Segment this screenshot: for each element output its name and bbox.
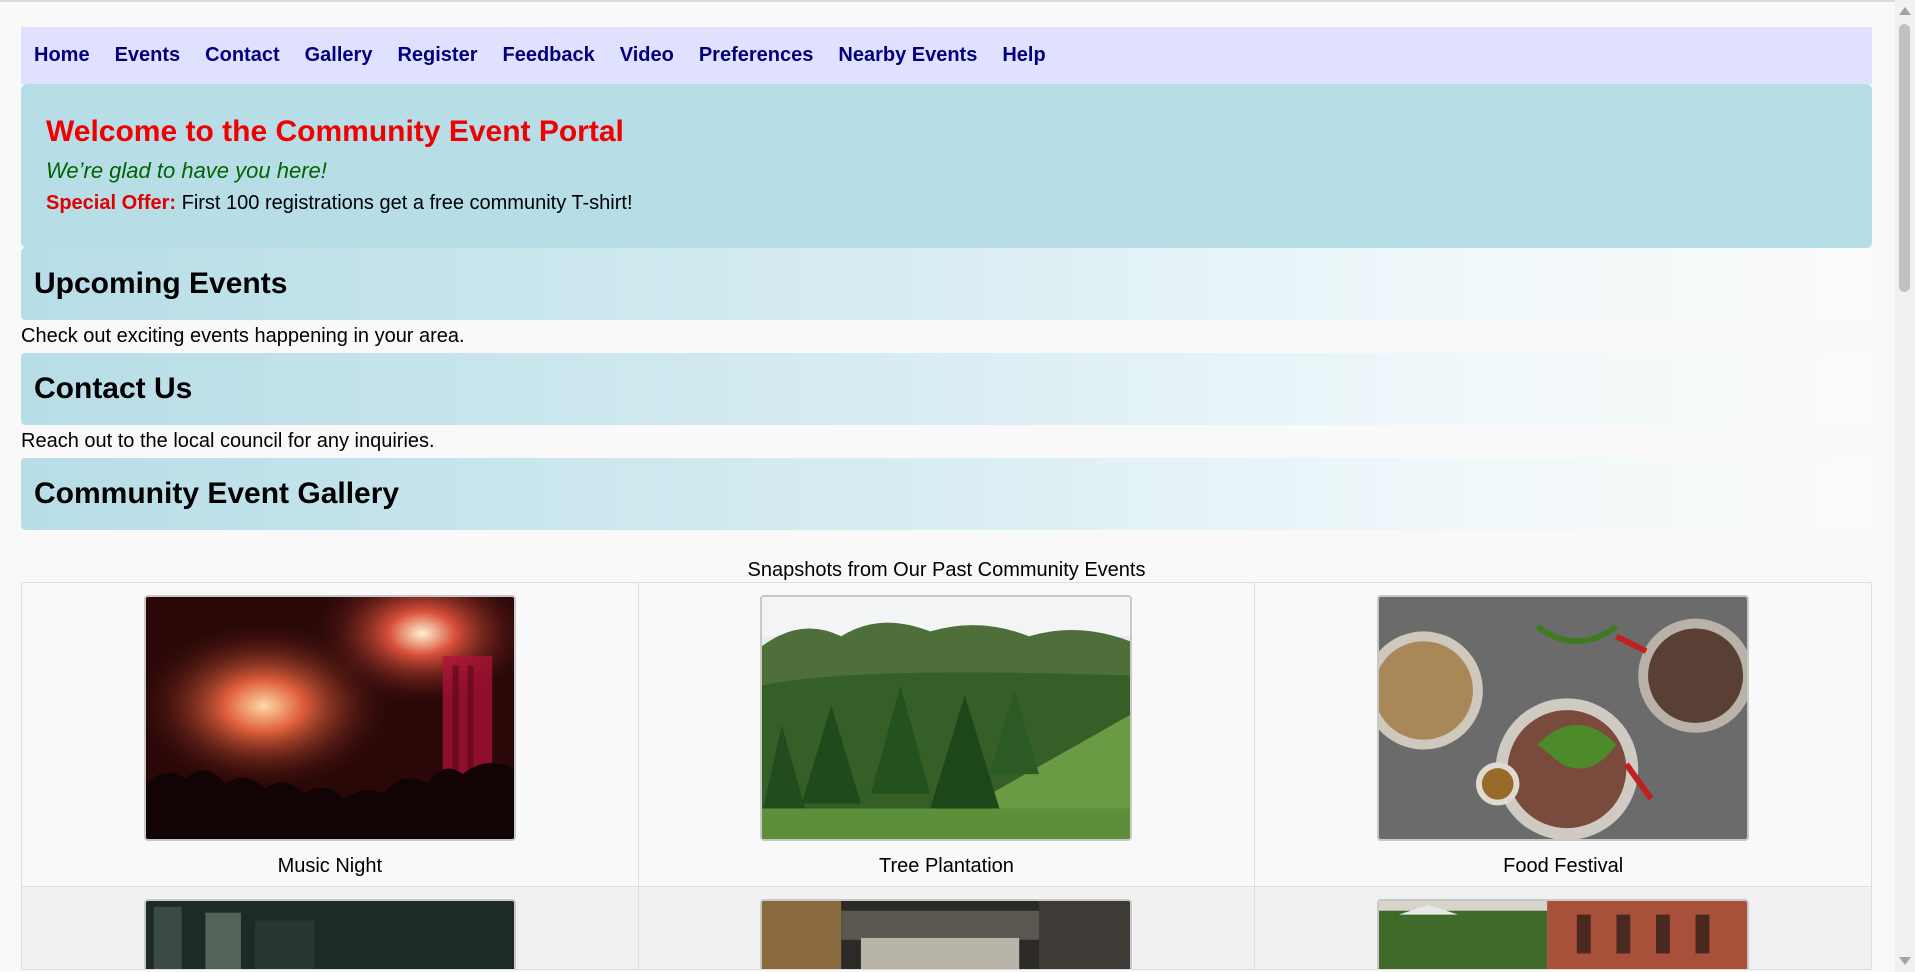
nav-feedback[interactable]: Feedback [502, 44, 594, 67]
nav-video[interactable]: Video [620, 44, 674, 67]
contact-text: Reach out to the local council for any i… [21, 430, 435, 452]
welcome-tagline: We’re glad to have you here! [46, 158, 327, 183]
nav-nearby-events[interactable]: Nearby Events [838, 44, 977, 67]
upcoming-events-header: Upcoming Events [21, 248, 1872, 320]
window-top-edge [0, 0, 1915, 2]
special-offer-text: First 100 registrations get a free commu… [181, 192, 633, 214]
vertical-scrollbar[interactable] [1895, 0, 1915, 972]
music-night-image[interactable] [143, 595, 516, 841]
food-festival-caption: Food Festival [1503, 855, 1624, 877]
upcoming-events-text: Check out exciting events happening in y… [21, 325, 465, 347]
nav-gallery[interactable]: Gallery [305, 44, 373, 67]
upcoming-events-heading: Upcoming Events [34, 267, 288, 300]
main-nav: Home Events Contact Gallery Register Fee… [21, 27, 1872, 84]
scrollbar-thumb[interactable] [1899, 24, 1910, 292]
welcome-title: Welcome to the Community Event Portal [46, 115, 624, 148]
contact-header: Contact Us [21, 353, 1872, 425]
page: Home Events Contact Gallery Register Fee… [21, 27, 1872, 970]
contact-heading: Contact Us [34, 372, 193, 405]
scroll-up-arrow-icon[interactable] [1899, 7, 1911, 15]
gallery-image-5[interactable] [760, 899, 1133, 969]
music-night-caption: Music Night [277, 855, 383, 877]
nav-home[interactable]: Home [34, 44, 90, 67]
nav-help[interactable]: Help [1002, 44, 1045, 67]
welcome-banner: Welcome to the Community Event Portal We… [21, 84, 1872, 248]
gallery-cell: Tree Plantation [637, 582, 1256, 887]
gallery-cell: Food Festival [1254, 582, 1872, 887]
food-festival-image[interactable] [1377, 595, 1750, 841]
nav-contact[interactable]: Contact [205, 44, 279, 67]
gallery-cell [1254, 886, 1872, 970]
gallery-table: Music Night Tree Plantation Food Festiva… [21, 582, 1872, 970]
special-offer-label: Special Offer: [46, 192, 177, 214]
nav-register[interactable]: Register [397, 44, 477, 67]
tree-plantation-image[interactable] [760, 595, 1133, 841]
gallery-caption: Snapshots from Our Past Community Events [747, 559, 1146, 581]
gallery-header: Community Event Gallery [21, 458, 1872, 530]
special-offer: Special Offer: First 100 registrations g… [46, 190, 1847, 216]
gallery-image-4[interactable] [143, 899, 516, 969]
nav-preferences[interactable]: Preferences [699, 44, 814, 67]
scroll-down-arrow-icon[interactable] [1899, 957, 1911, 965]
nav-events[interactable]: Events [115, 44, 181, 67]
gallery-cell: Music Night [21, 582, 639, 887]
gallery-image-6[interactable] [1377, 899, 1750, 969]
gallery-heading: Community Event Gallery [34, 477, 400, 510]
gallery-cell [637, 886, 1256, 970]
tree-plantation-caption: Tree Plantation [879, 855, 1014, 877]
gallery-cell [21, 886, 639, 970]
